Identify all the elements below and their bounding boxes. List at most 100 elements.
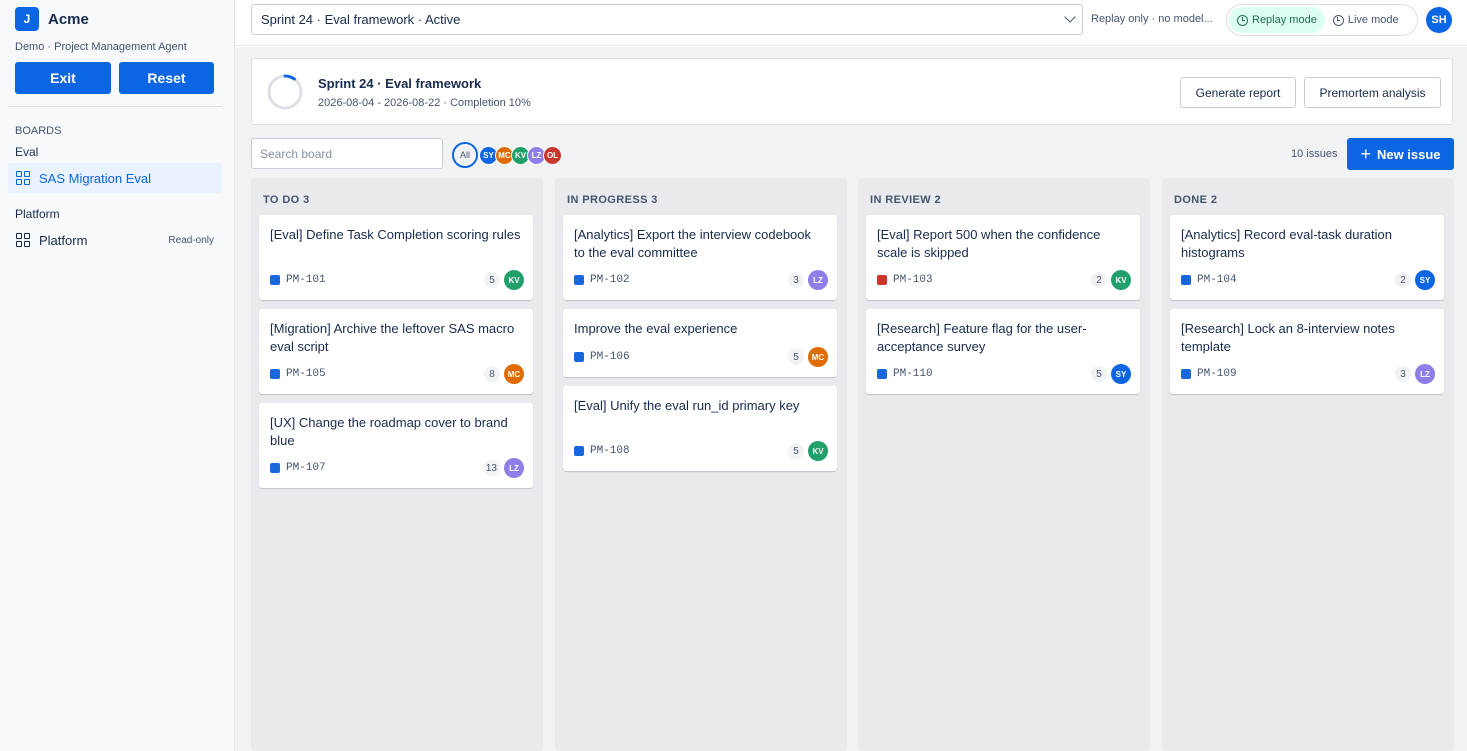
assignee-avatar[interactable]: MC: [504, 364, 524, 384]
new-issue-label: New issue: [1376, 146, 1441, 162]
assignee-avatar[interactable]: KV: [808, 441, 828, 461]
task-type-icon: [877, 369, 887, 379]
issue-card[interactable]: Improve the eval experience PM-106 5 MC: [563, 309, 837, 377]
issue-key: PM-105: [286, 368, 326, 380]
premortem-analysis-button[interactable]: Premortem analysis: [1304, 77, 1441, 108]
boards-section-label: BOARDS: [15, 125, 62, 137]
brand: J Acme: [15, 7, 89, 31]
issue-title: [UX] Change the roadmap cover to brand b…: [270, 415, 508, 448]
sidebar-item-platform[interactable]: Platform Read-only: [8, 225, 222, 255]
assignee-avatar[interactable]: KV: [1111, 270, 1131, 290]
assignee-avatar[interactable]: KV: [504, 270, 524, 290]
issue-card[interactable]: [UX] Change the roadmap cover to brand b…: [259, 403, 533, 488]
platform-group-label: Platform: [15, 207, 60, 221]
generate-report-button[interactable]: Generate report: [1180, 77, 1296, 108]
story-points-badge: 13: [482, 460, 500, 476]
story-points-badge: 5: [788, 443, 804, 459]
filter-avatar-ol[interactable]: OL: [543, 145, 562, 165]
assignee-avatar[interactable]: SY: [1415, 270, 1435, 290]
issue-footer: PM-105 8 MC: [270, 364, 524, 384]
read-only-badge: Read-only: [168, 234, 214, 246]
sprint-summary-card: Sprint 24 · Eval framework 2026-08-04 - …: [251, 58, 1453, 125]
sprint-progress-ring: [267, 74, 303, 110]
issue-key: PM-108: [590, 445, 630, 457]
reset-button[interactable]: Reset: [119, 62, 214, 94]
top-bar: Sprint 24 · Eval framework · Active Repl…: [235, 0, 1467, 46]
search-board-input[interactable]: [251, 138, 443, 169]
task-type-icon: [1181, 275, 1191, 285]
issue-key: PM-107: [286, 462, 326, 474]
sidebar: J Acme Demo · Project Management Agent E…: [0, 0, 235, 751]
column-header: DONE 2: [1174, 194, 1218, 206]
sidebar-item-label: SAS Migration Eval: [39, 170, 151, 186]
issue-key: PM-101: [286, 274, 326, 286]
clock-icon: [1332, 14, 1344, 26]
issue-footer: PM-104 2 SY: [1181, 270, 1435, 290]
issue-key: PM-103: [893, 274, 933, 286]
issue-card[interactable]: [Research] Feature flag for the user-acc…: [866, 309, 1140, 394]
filter-all[interactable]: All: [452, 142, 478, 168]
column-header: IN PROGRESS 3: [567, 194, 658, 206]
issue-card[interactable]: [Analytics] Export the interview codeboo…: [563, 215, 837, 300]
story-points-badge: 5: [484, 272, 500, 288]
issue-title: [Analytics] Export the interview codeboo…: [574, 227, 812, 260]
mode-toggle: Replay mode Live mode: [1226, 4, 1418, 36]
sidebar-item-label: Platform: [39, 232, 88, 248]
issue-card[interactable]: [Migration] Archive the leftover SAS mac…: [259, 309, 533, 394]
issue-key: PM-110: [893, 368, 933, 380]
board-column: IN REVIEW 2 [Eval] Report 500 when the co…: [858, 178, 1150, 751]
app-logo: J: [15, 7, 39, 31]
story-points-badge: 3: [788, 272, 804, 288]
issue-footer: PM-108 5 KV: [574, 441, 828, 461]
task-type-icon: [270, 463, 280, 473]
sprint-select-value: Sprint 24 · Eval framework · Active: [261, 12, 461, 27]
issue-footer: PM-101 5 KV: [270, 270, 524, 290]
issue-key: PM-106: [590, 351, 630, 363]
issue-footer: PM-110 5 SY: [877, 364, 1131, 384]
issue-footer: PM-106 5 MC: [574, 347, 828, 367]
issue-title: [Eval] Report 500 when the confidence sc…: [877, 227, 1101, 260]
app-subtitle: Demo · Project Management Agent: [15, 41, 187, 53]
issue-footer: PM-102 3 LZ: [574, 270, 828, 290]
board-column: DONE 2 [Analytics] Record eval-task durat…: [1162, 178, 1454, 751]
issue-card[interactable]: [Research] Lock an 8-interview notes tem…: [1170, 309, 1444, 394]
live-mode-label: Live mode: [1347, 14, 1399, 26]
user-avatar[interactable]: SH: [1426, 7, 1452, 33]
issue-title: [Migration] Archive the leftover SAS mac…: [270, 321, 515, 354]
assignee-avatar[interactable]: LZ: [1415, 364, 1435, 384]
task-type-icon: [574, 275, 584, 285]
board-column: TO DO 3 [Eval] Define Task Completion sco…: [251, 178, 543, 751]
issue-card[interactable]: [Analytics] Record eval-task duration hi…: [1170, 215, 1444, 300]
task-type-icon: [574, 446, 584, 456]
story-points-badge: 8: [484, 366, 500, 382]
issue-card[interactable]: [Eval] Report 500 when the confidence sc…: [866, 215, 1140, 300]
column-header: TO DO 3: [263, 194, 310, 206]
exit-button[interactable]: Exit: [15, 62, 111, 94]
story-points-badge: 3: [1395, 366, 1411, 382]
story-points-badge: 2: [1395, 272, 1411, 288]
board-grid-icon: [16, 171, 30, 185]
task-type-icon: [574, 352, 584, 362]
assignee-avatar[interactable]: LZ: [504, 458, 524, 478]
issues-count: 10 issues: [1291, 148, 1338, 160]
board-area: Sprint 24 · Eval framework 2026-08-04 - …: [235, 47, 1467, 751]
sprint-meta: 2026-08-04 - 2026-08-22 · Completion 10%: [318, 97, 531, 109]
issue-card[interactable]: [Eval] Define Task Completion scoring ru…: [259, 215, 533, 300]
new-issue-button[interactable]: + New issue: [1347, 138, 1454, 170]
sprint-select[interactable]: Sprint 24 · Eval framework · Active: [251, 4, 1083, 35]
assignee-avatar[interactable]: MC: [808, 347, 828, 367]
issue-key: PM-104: [1197, 274, 1237, 286]
app-name: Acme: [48, 10, 89, 28]
board-grid-icon: [16, 233, 30, 247]
sidebar-item-sas-migration-eval[interactable]: SAS Migration Eval: [8, 163, 222, 193]
clock-icon: [1237, 14, 1248, 26]
task-type-icon: [1181, 369, 1191, 379]
assignee-avatar[interactable]: SY: [1111, 364, 1131, 384]
replay-info: Replay only · no model...: [1091, 13, 1213, 25]
issue-footer: PM-109 3 LZ: [1181, 364, 1435, 384]
bug-type-icon: [877, 275, 887, 285]
replay-mode-option[interactable]: Replay mode: [1229, 7, 1325, 33]
assignee-avatar[interactable]: LZ: [808, 270, 828, 290]
issue-card[interactable]: [Eval] Unify the eval run_id primary key…: [563, 386, 837, 471]
live-mode-option[interactable]: Live mode: [1325, 7, 1407, 33]
